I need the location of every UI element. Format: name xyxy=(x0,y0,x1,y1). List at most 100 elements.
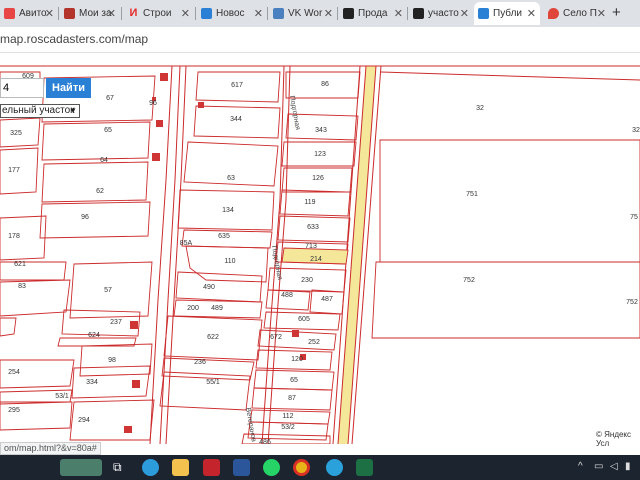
parcel-number: 752 xyxy=(463,277,475,284)
parcel-number: 120 xyxy=(291,356,303,363)
avito-icon xyxy=(4,8,15,19)
new-tab-button[interactable]: + xyxy=(612,4,621,21)
parcel-number: 621 xyxy=(14,261,26,268)
parcel-number: 64 xyxy=(100,157,108,164)
parcel-number: 325 xyxy=(10,130,22,137)
tab-title: участо xyxy=(428,8,459,19)
street-name: Подгорная xyxy=(288,95,301,130)
parcel-number: 110 xyxy=(224,258,235,265)
parcel-number: 32 xyxy=(476,105,484,112)
calendar-icon xyxy=(64,8,75,19)
parcel-number: 487 xyxy=(321,296,333,303)
brand-i-icon: И xyxy=(129,7,138,19)
excel-icon[interactable] xyxy=(356,459,373,476)
find-button[interactable]: Найти xyxy=(46,78,91,98)
address-bar[interactable]: map.roscadasters.com/map xyxy=(0,27,640,53)
network-icon[interactable]: ▭ xyxy=(594,461,603,472)
tab-title: Публи xyxy=(493,8,522,19)
battery-icon[interactable]: ▮ xyxy=(625,461,631,472)
news-widget-icon[interactable] xyxy=(60,459,102,476)
map-canvas[interactable]: 609 67 96 617 86 32 325 65 344 343 32 17… xyxy=(0,62,640,444)
tab-title: Прода xyxy=(358,8,388,19)
object-type-value: ельный участок xyxy=(2,105,75,116)
tab-avito[interactable]: Авито ✕ xyxy=(0,2,58,25)
parcel-number: 98 xyxy=(108,357,116,364)
parcel-number: 85А xyxy=(180,240,193,247)
parcel-number: 87 xyxy=(288,395,296,402)
tab-title: Авито xyxy=(19,8,47,19)
chrome-icon[interactable] xyxy=(293,459,310,476)
tab-moi-zakazy[interactable]: Мои за ✕ xyxy=(60,2,120,25)
tab-selo[interactable]: Село П ✕ xyxy=(544,2,610,25)
page-icon xyxy=(343,8,354,19)
close-icon[interactable]: ✕ xyxy=(597,7,606,20)
parcel-number: 617 xyxy=(231,82,243,89)
tab-publichnaya-karta[interactable]: Публи ✕ xyxy=(474,2,540,25)
parcel-number: 752 xyxy=(626,299,638,306)
parcel-number: 57 xyxy=(104,287,112,294)
chevron-up-icon[interactable]: ^ xyxy=(578,461,583,472)
parcel-number: 112 xyxy=(282,413,293,420)
parcel-number: 236 xyxy=(194,359,206,366)
task-view-icon[interactable]: ⧉ xyxy=(113,460,122,475)
parcel-number: 55/1 xyxy=(206,379,220,386)
parcel-number: 83 xyxy=(18,283,26,290)
close-icon[interactable]: ✕ xyxy=(324,7,333,20)
status-bar-url: om/map.html?&v=80a# xyxy=(0,442,101,455)
parcel-number: 123 xyxy=(314,151,326,158)
acrobat-icon[interactable] xyxy=(203,459,220,476)
tab-stroi[interactable]: И Строи ✕ xyxy=(124,2,194,25)
close-icon[interactable]: ✕ xyxy=(107,7,116,20)
url-text[interactable]: map.roscadasters.com/map xyxy=(0,32,148,46)
parcel-number: 334 xyxy=(86,379,98,386)
tab-vk-works[interactable]: VK Wor ✕ xyxy=(269,2,337,25)
parcel-number: 237 xyxy=(110,319,122,326)
telegram-icon[interactable] xyxy=(326,459,343,476)
parcel-number: 177 xyxy=(8,167,20,174)
parcel-number: 254 xyxy=(8,369,20,376)
vk-icon xyxy=(273,8,284,19)
edge-icon[interactable] xyxy=(142,459,159,476)
tab-prodazha[interactable]: Прода ✕ xyxy=(339,2,407,25)
cadastral-map[interactable]: 609 67 96 617 86 32 325 65 344 343 32 17… xyxy=(0,62,640,444)
tab-title: VK Wor xyxy=(288,8,323,19)
parcel-number: 751 xyxy=(466,191,478,198)
tab-uchastok[interactable]: участо ✕ xyxy=(409,2,473,25)
explorer-icon[interactable] xyxy=(172,459,189,476)
object-type-select[interactable]: ельный участок ▼ xyxy=(0,104,80,118)
close-icon[interactable]: ✕ xyxy=(394,7,403,20)
close-icon[interactable]: ✕ xyxy=(254,7,263,20)
parcel-number: 252 xyxy=(308,339,320,346)
parcel-number: 126 xyxy=(312,175,324,182)
parcel-number: 134 xyxy=(222,207,234,214)
parcel-number: 65 xyxy=(290,377,298,384)
parcel-number: 200 xyxy=(187,305,199,312)
tab-title: Строи xyxy=(143,8,172,19)
parcel-number: 230 xyxy=(301,277,313,284)
parcel-number: 86 xyxy=(321,81,329,88)
close-icon[interactable]: ✕ xyxy=(460,7,469,20)
parcel-number: 622 xyxy=(207,334,219,341)
browser-tab-bar: Авито ✕ Мои за ✕ И Строи ✕ Новос ✕ VK Wo… xyxy=(0,0,640,27)
parcel-number: 53/1 xyxy=(55,393,69,400)
whatsapp-icon[interactable] xyxy=(263,459,280,476)
parcel-number: 214 xyxy=(310,256,322,263)
windows-taskbar: ⧉ ^ ▭ ◁ ▮ xyxy=(0,455,640,480)
parcel-number: 713 xyxy=(305,243,317,250)
parcel-number: 53/2 xyxy=(281,424,295,431)
close-icon[interactable]: ✕ xyxy=(45,7,54,20)
volume-icon[interactable]: ◁ xyxy=(610,461,618,472)
tab-novosti[interactable]: Новос ✕ xyxy=(197,2,267,25)
word-icon[interactable] xyxy=(233,459,250,476)
parcel-number: 605 xyxy=(298,316,310,323)
close-icon[interactable]: ✕ xyxy=(181,7,190,20)
parcel-number: 63 xyxy=(227,175,235,182)
cadastral-search-input[interactable] xyxy=(0,78,44,98)
tab-title: Новос xyxy=(216,8,245,19)
news-icon xyxy=(201,8,212,19)
close-icon[interactable]: ✕ xyxy=(527,7,536,20)
parcel-number: 65 xyxy=(104,127,112,134)
map-attribution[interactable]: © Яндекс Усл xyxy=(596,430,640,448)
parcel-number: 295 xyxy=(8,407,20,414)
parcel-number: 490 xyxy=(203,284,215,291)
